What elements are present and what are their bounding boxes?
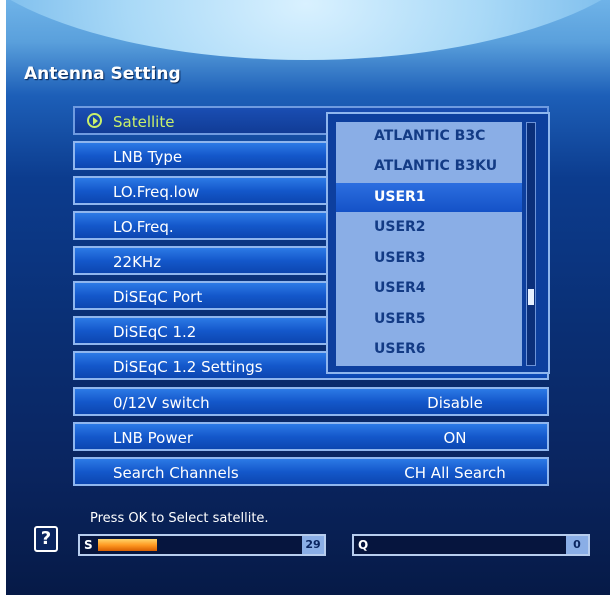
signal-fill: [98, 539, 157, 551]
satellite-option[interactable]: ATLANTIC B3KU: [336, 152, 522, 181]
scrollbar-thumb[interactable]: [528, 289, 534, 305]
menu-value: CH All Search: [404, 464, 506, 482]
menu-label: LO.Freq.low: [113, 183, 200, 201]
menu-label: DiSEqC Port: [113, 288, 203, 306]
quality-letter: Q: [358, 538, 369, 552]
menu-row-012v-switch[interactable]: 0/12V switch Disable: [73, 387, 549, 416]
signal-letter: S: [84, 538, 93, 552]
menu-label: LO.Freq.: [113, 218, 174, 236]
menu-value: Disable: [427, 394, 483, 412]
menu-label: Search Channels: [113, 464, 239, 482]
arrow-right-icon: [87, 113, 102, 128]
signal-value: 29: [302, 536, 324, 554]
menu-row-lnb-power[interactable]: LNB Power ON: [73, 422, 549, 451]
satellite-option[interactable]: USER2: [336, 213, 522, 242]
menu-label: 22KHz: [113, 253, 162, 271]
satellite-option[interactable]: USER6: [336, 335, 522, 364]
satellite-option-highlighted[interactable]: USER1: [336, 183, 522, 212]
satellite-option[interactable]: ATLANTIC B3C: [336, 122, 522, 151]
satellite-dropdown[interactable]: ATLANTIC B3C ATLANTIC B3KU USER1 USER2 U…: [326, 112, 550, 374]
menu-row-search-channels[interactable]: Search Channels CH All Search: [73, 457, 549, 486]
tv-screen: Antenna Setting Satellite LNB Type LO.Fr…: [6, 0, 610, 595]
satellite-list[interactable]: ATLANTIC B3C ATLANTIC B3KU USER1 USER2 U…: [336, 122, 522, 366]
page-title: Antenna Setting: [24, 64, 181, 84]
satellite-option[interactable]: USER4: [336, 274, 522, 303]
question-icon: ?: [34, 526, 58, 552]
menu-label: DiSEqC 1.2 Settings: [113, 358, 263, 376]
dropdown-scrollbar[interactable]: [526, 122, 536, 366]
menu-label: LNB Type: [113, 148, 183, 166]
satellite-option[interactable]: USER3: [336, 244, 522, 273]
help-hint: Press OK to Select satellite.: [90, 511, 269, 526]
menu-label: 0/12V switch: [113, 394, 210, 412]
signal-strength-bar: S 29: [78, 534, 326, 556]
menu-value: ON: [443, 429, 467, 447]
signal-quality-bar: Q 0: [352, 534, 590, 556]
header-arc: [6, 0, 610, 60]
satellite-option[interactable]: USER5: [336, 305, 522, 334]
menu-label: LNB Power: [113, 429, 193, 447]
menu-label: Satellite: [113, 113, 175, 131]
quality-value: 0: [566, 536, 588, 554]
menu-label: DiSEqC 1.2: [113, 323, 197, 341]
